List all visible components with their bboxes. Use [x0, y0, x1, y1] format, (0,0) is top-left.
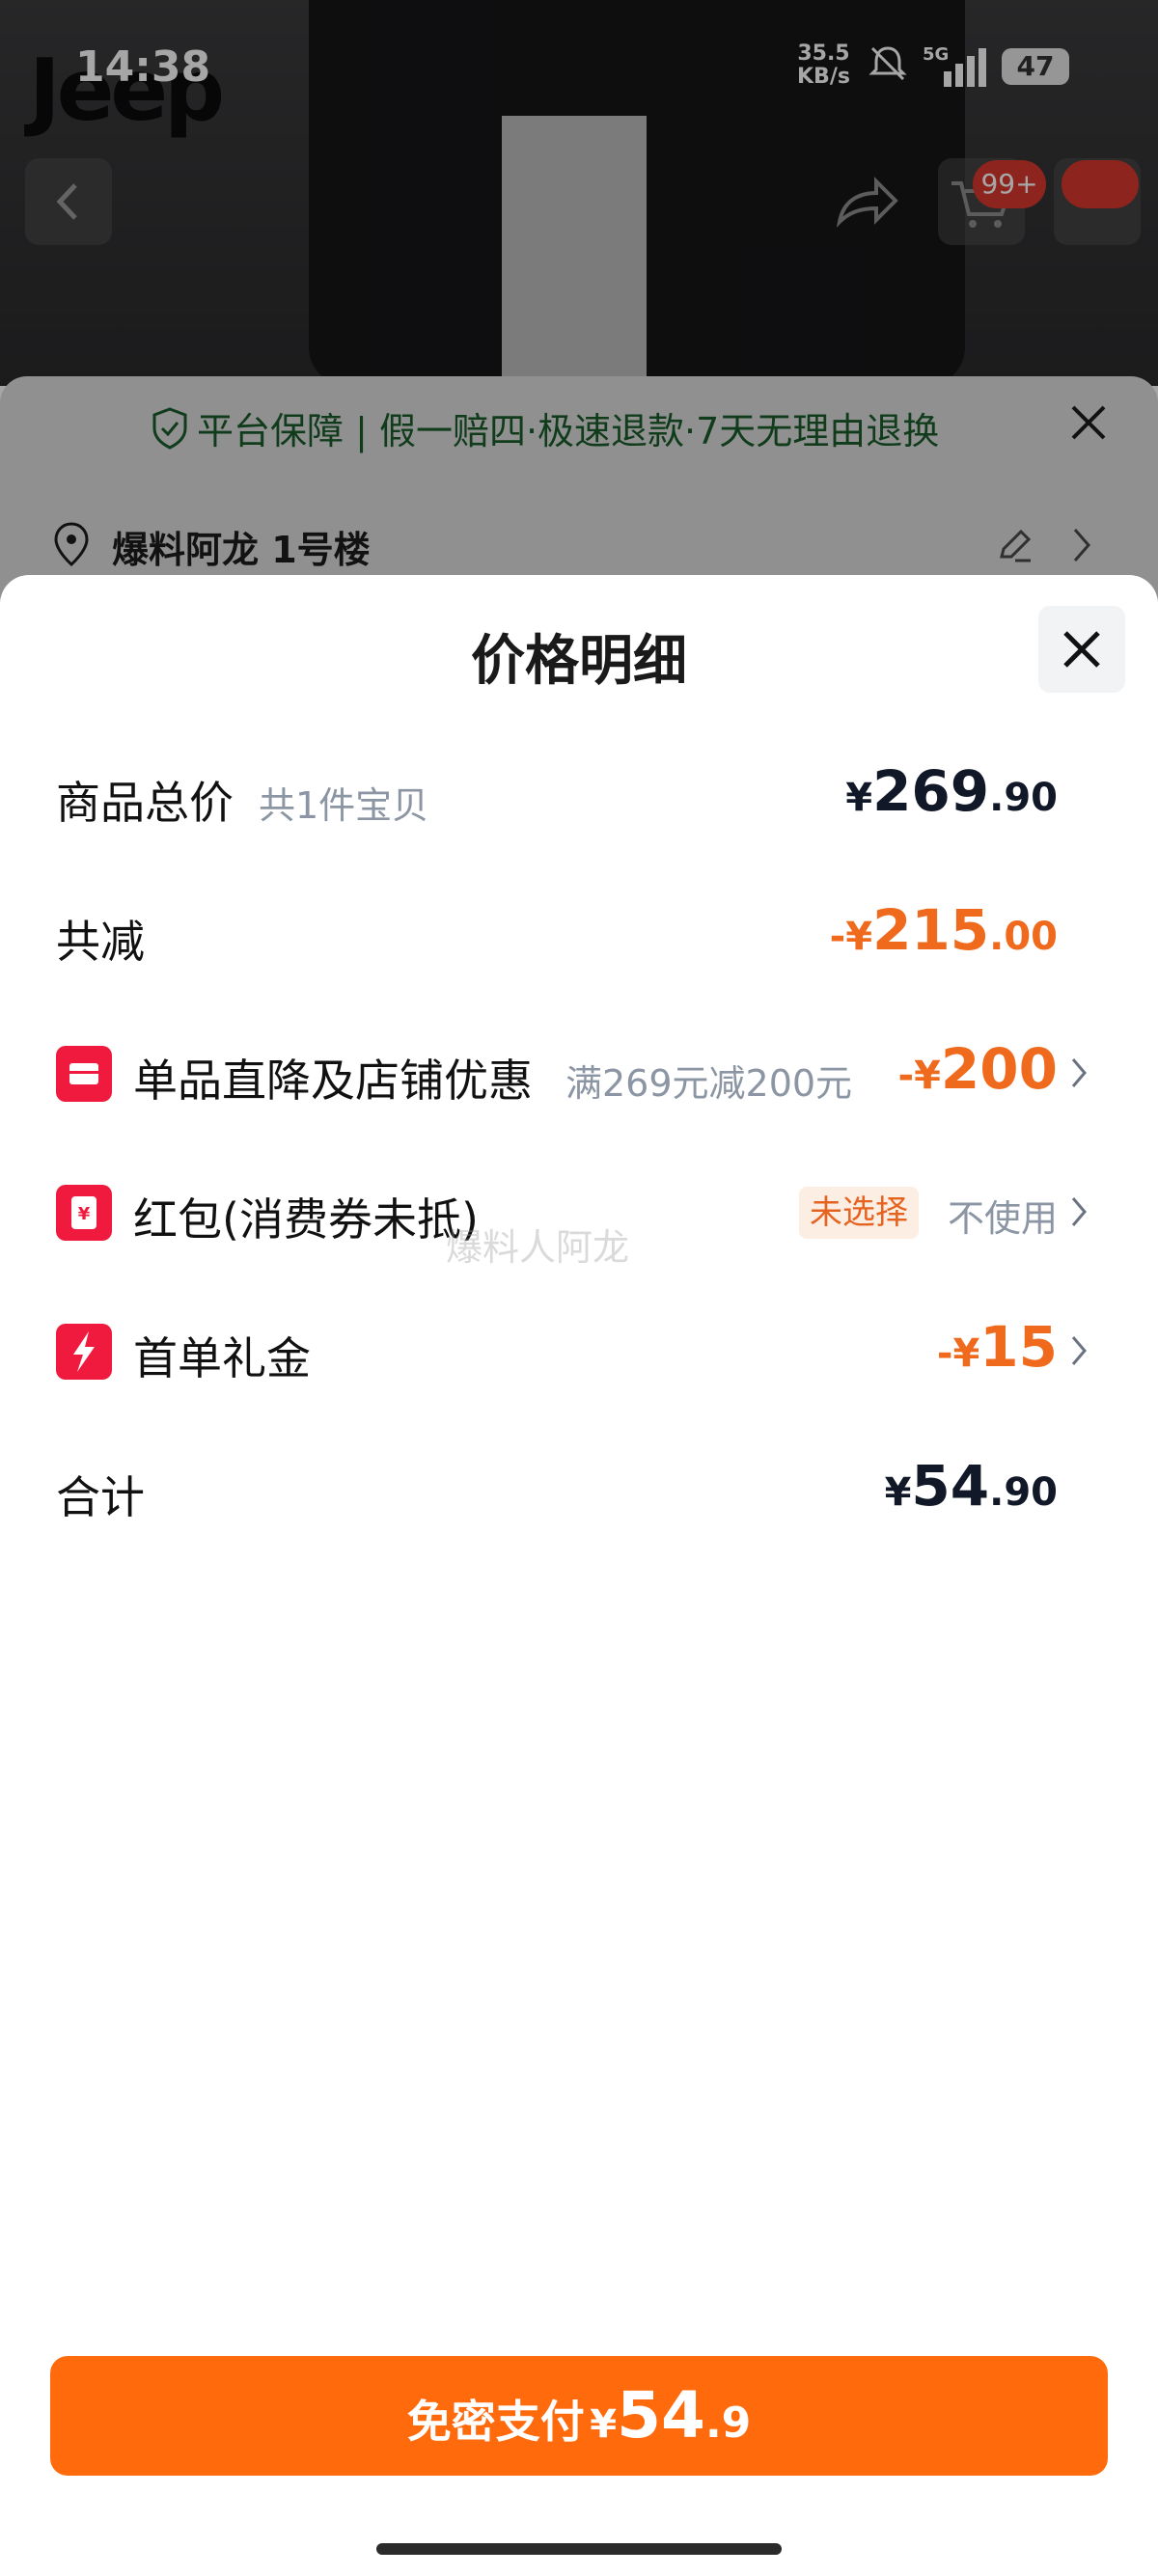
- row-total-discount: 共减 -¥215.00: [0, 890, 1158, 976]
- close-sheet-button[interactable]: [1038, 606, 1125, 693]
- red-packet-label: 红包(消费券未抵): [133, 1193, 479, 1246]
- total-discount-label: 共减: [56, 916, 145, 968]
- store-discount-rule: 满269元减200元: [565, 1062, 853, 1105]
- pay-currency: ¥: [590, 2402, 618, 2447]
- password-free-pay-button[interactable]: 免密支付 ¥54.9: [50, 2356, 1108, 2476]
- pay-button-label: 免密支付: [406, 2396, 585, 2448]
- store-discount-value: -¥200: [897, 1036, 1058, 1102]
- row-store-discount[interactable]: 单品直降及店铺优惠 满269元减200元 -¥200: [0, 1028, 1158, 1115]
- total-discount-value: -¥215.00: [829, 897, 1058, 963]
- grand-total-value: ¥54.90: [884, 1453, 1058, 1519]
- red-packet-status: 不使用: [948, 1197, 1059, 1240]
- pay-amount-dec: .9: [704, 2398, 752, 2448]
- red-packet-icon: ¥: [56, 1185, 112, 1241]
- unselected-tag: 未选择: [799, 1187, 919, 1239]
- home-indicator[interactable]: [376, 2543, 782, 2555]
- first-order-gift-value: -¥15: [936, 1314, 1058, 1380]
- row-grand-total: 合计 ¥54.90: [0, 1445, 1158, 1532]
- chevron-right-icon: [1071, 1336, 1087, 1365]
- total-price-value: ¥269.90: [845, 758, 1058, 824]
- price-detail-sheet: [0, 575, 1158, 2576]
- store-discount-label: 单品直降及店铺优惠: [133, 1055, 533, 1107]
- row-first-order-gift[interactable]: 首单礼金 -¥15: [0, 1306, 1158, 1393]
- pay-amount-int: 54: [617, 2378, 705, 2453]
- first-order-gift-label: 首单礼金: [133, 1332, 311, 1384]
- chevron-right-icon: [1071, 1197, 1087, 1226]
- grand-total-label: 合计: [56, 1471, 145, 1523]
- chevron-right-icon: [1071, 1058, 1087, 1087]
- close-icon: [1063, 631, 1100, 668]
- item-count-text: 共1件宝贝: [259, 784, 429, 827]
- sheet-title: 价格明细: [471, 630, 687, 693]
- watermark: 爆料人阿龙: [446, 1226, 630, 1269]
- svg-text:¥: ¥: [78, 1204, 91, 1224]
- row-total-price: 商品总价 共1件宝贝 ¥269.90: [0, 751, 1158, 837]
- first-order-gift-icon: [56, 1324, 112, 1380]
- store-icon: [56, 1046, 112, 1102]
- total-price-label: 商品总价: [56, 777, 234, 829]
